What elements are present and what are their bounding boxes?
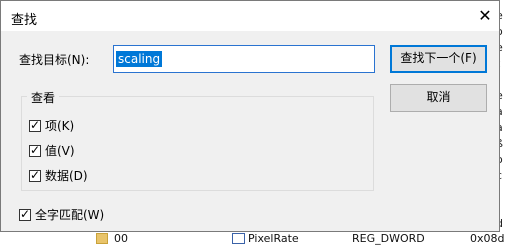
data-label: 数据(D) (45, 169, 88, 183)
background-registry-row: 00 PixelRate REG_DWORD 0x08d (0, 230, 508, 245)
search-input-value: scaling (116, 51, 163, 67)
tree-item-label: 00 (114, 232, 128, 245)
search-input[interactable]: scaling (113, 45, 375, 73)
look-at-data-option[interactable]: 数据(D) (29, 167, 88, 184)
value-data: 0x08d (470, 232, 505, 245)
look-at-keys-option[interactable]: 项(K) (29, 117, 74, 134)
find-what-label: 查找目标(N): (19, 53, 90, 67)
registry-value-icon (232, 233, 245, 244)
folder-icon (96, 233, 108, 244)
dialog-titlebar: 查找 ✕ (1, 1, 499, 31)
close-icon[interactable]: ✕ (475, 6, 495, 26)
values-label: 值(V) (45, 144, 75, 158)
find-next-button[interactable]: 查找下一个(F) (390, 45, 487, 73)
value-type: REG_DWORD (352, 232, 425, 245)
keys-label: 项(K) (45, 119, 75, 133)
look-at-group-title: 查看 (27, 89, 60, 106)
data-checkbox[interactable] (29, 168, 41, 182)
value-name: PixelRate (248, 232, 299, 245)
find-dialog: 查找 ✕ 查找目标(N): scaling 查找下一个(F) 取消 查看 项(K… (0, 0, 500, 232)
match-whole-string-option[interactable]: 全字匹配(W) (19, 206, 104, 223)
keys-checkbox[interactable] (29, 118, 41, 132)
match-whole-label: 全字匹配(W) (35, 208, 105, 222)
look-at-values-option[interactable]: 值(V) (29, 142, 75, 159)
match-whole-checkbox[interactable] (19, 207, 31, 221)
dialog-title: 查找 (11, 13, 38, 28)
cancel-button[interactable]: 取消 (390, 84, 487, 112)
values-checkbox[interactable] (29, 143, 41, 157)
